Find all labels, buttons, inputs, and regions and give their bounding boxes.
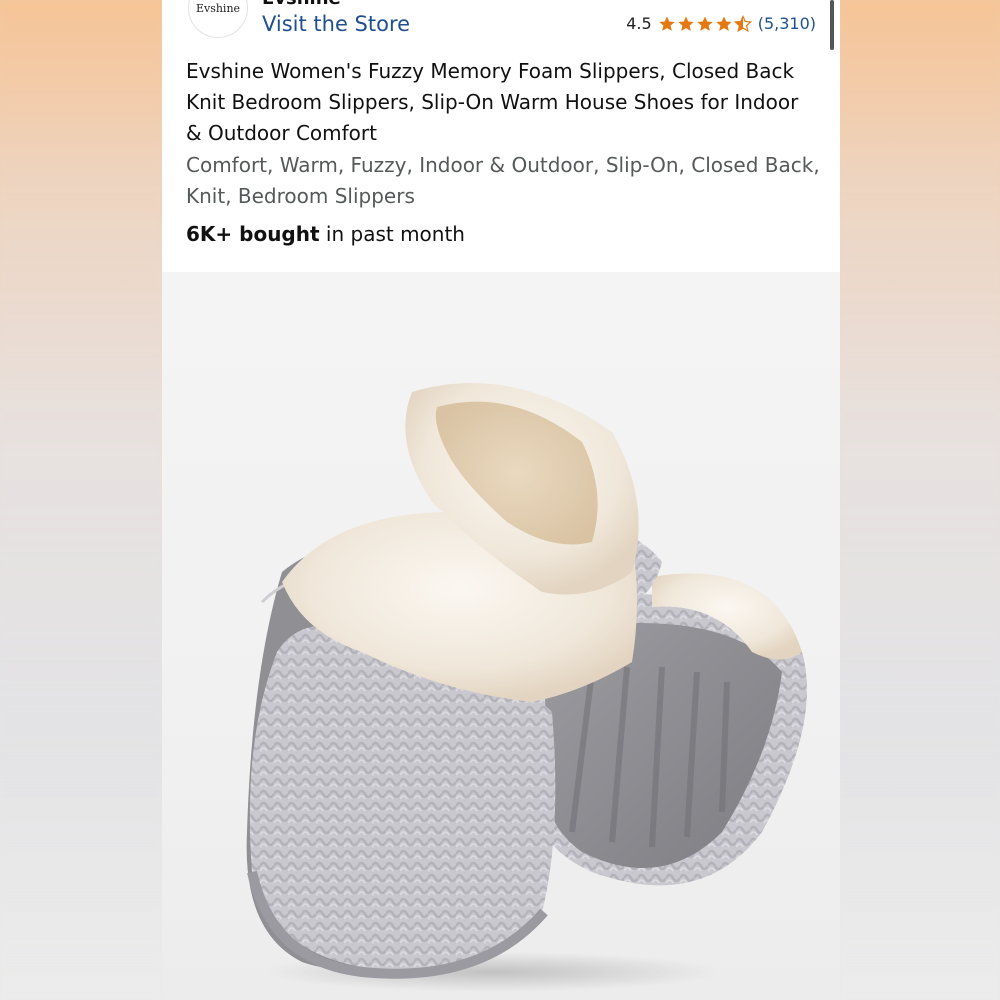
bought-count-bold: 6K+ bought (186, 222, 320, 246)
background-blur-right (840, 0, 1000, 1000)
product-image[interactable] (162, 272, 840, 1000)
store-logo[interactable]: Evshine (188, 0, 248, 38)
product-header: Evshine Evshine Visit the Store 4.5 (5,3… (162, 0, 840, 272)
product-title: Evshine Women's Fuzzy Memory Foam Slippe… (186, 59, 799, 145)
rating-value: 4.5 (626, 14, 652, 33)
bought-count: 6K+ bought in past month (186, 222, 465, 246)
star-full-icon (697, 16, 713, 31)
product-keywords: Comfort, Warm, Fuzzy, Indoor & Outdoor, … (186, 153, 820, 208)
star-full-icon (716, 16, 732, 31)
brand-name: Evshine (262, 0, 341, 9)
star-half-icon (733, 14, 752, 32)
visit-store-link[interactable]: Visit the Store (262, 12, 410, 36)
scrollbar[interactable] (830, 0, 834, 50)
product-panel: Evshine Evshine Visit the Store 4.5 (5,3… (162, 0, 840, 1000)
rating-stars[interactable] (658, 14, 752, 33)
rating-count-link[interactable]: (5,310) (758, 14, 816, 33)
rating-row[interactable]: 4.5 (5,310) (626, 14, 816, 33)
slippers-illustration (246, 383, 807, 992)
background-blur-left (0, 0, 162, 1000)
store-logo-text: Evshine (195, 1, 241, 15)
star-full-icon (678, 16, 694, 31)
bought-count-rest: in past month (319, 222, 465, 246)
star-full-icon (659, 16, 675, 31)
